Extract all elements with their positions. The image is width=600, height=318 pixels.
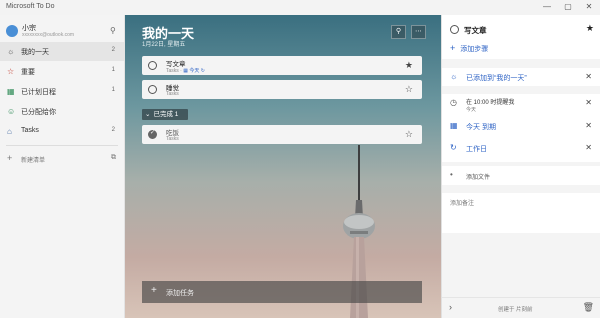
main-panel: 我的一天 1月22日, 星期五 ⚲ ⋯ 写文章 Tasks · ▦ 今天 ↻ ★… bbox=[125, 15, 441, 318]
remove-my-day-icon[interactable]: ✕ bbox=[585, 72, 592, 81]
sidebar-item-tasks[interactable]: ⌂ Tasks 2 bbox=[0, 122, 124, 141]
new-list-label: 新建清单 bbox=[21, 158, 46, 164]
sidebar-item-label: 重要 bbox=[21, 69, 35, 76]
page-date: 1月22日, 星期五 bbox=[142, 42, 186, 48]
person-icon: ☺ bbox=[7, 107, 16, 116]
sidebar-item-label: 已计划日程 bbox=[21, 89, 56, 96]
completed-count: 1 bbox=[174, 111, 179, 118]
reminder-sub: 今天 bbox=[466, 107, 477, 113]
close-button[interactable]: ✕ bbox=[582, 1, 596, 13]
new-group-icon[interactable]: ⧉ bbox=[111, 154, 116, 162]
repeat-icon: ↻ bbox=[450, 143, 457, 152]
complete-checkbox[interactable] bbox=[148, 61, 157, 70]
plus-icon: + bbox=[151, 285, 157, 296]
notes-field[interactable]: 添加备注 bbox=[442, 193, 600, 233]
title-bar: Microsoft To Do — ▢ ✕ bbox=[0, 0, 600, 15]
add-task-label: 添加任务 bbox=[166, 290, 194, 297]
due-label[interactable]: 今天 到期 bbox=[466, 122, 496, 132]
add-task-input[interactable]: + 添加任务 bbox=[142, 281, 422, 303]
sidebar-item-planned[interactable]: ▦ 已计划日程 1 bbox=[0, 82, 124, 101]
more-options-button[interactable]: ⋯ bbox=[411, 25, 426, 39]
complete-checkbox[interactable] bbox=[450, 25, 459, 34]
star-icon[interactable]: ★ bbox=[586, 23, 594, 34]
sidebar-item-label: 已分配给你 bbox=[21, 109, 56, 116]
task-list: Tasks bbox=[166, 91, 179, 97]
repeat-icon: ↻ bbox=[200, 68, 205, 74]
sidebar-item-important[interactable]: ☆ 重要 1 bbox=[0, 62, 124, 81]
suggestions-button[interactable]: ⚲ bbox=[391, 25, 406, 39]
profile-email: xxxxxxxx@outlook.com bbox=[22, 32, 75, 38]
sidebar-item-count: 1 bbox=[111, 87, 115, 93]
sun-icon: ☼ bbox=[7, 47, 15, 56]
star-outline-icon[interactable]: ☆ bbox=[405, 129, 413, 140]
plus-icon: + bbox=[7, 153, 13, 163]
avatar[interactable] bbox=[6, 25, 18, 37]
task-due: 今天 bbox=[189, 68, 200, 74]
add-file-row[interactable]: • 添加文件 bbox=[442, 166, 600, 185]
sidebar-item-count: 1 bbox=[111, 67, 115, 73]
sidebar-item-label: Tasks bbox=[21, 127, 39, 134]
profile[interactable]: 小宗 xxxxxxxx@outlook.com ⚲ bbox=[0, 19, 124, 43]
complete-checkbox[interactable] bbox=[148, 85, 157, 94]
remove-reminder-icon[interactable]: ✕ bbox=[585, 98, 592, 107]
completed-checkbox[interactable] bbox=[148, 129, 157, 139]
app-window: Microsoft To Do — ▢ ✕ 小宗 xxxxxxxx@outloo… bbox=[0, 0, 600, 318]
hide-detail-icon[interactable]: › bbox=[449, 302, 452, 312]
plus-icon: + bbox=[450, 43, 456, 53]
sidebar-item-count: 2 bbox=[111, 47, 115, 53]
detail-title[interactable]: 写文章 bbox=[464, 25, 487, 36]
completed-label: 已完成 bbox=[153, 111, 173, 118]
sidebar-item-assigned[interactable]: ☺ 已分配给你 bbox=[0, 102, 124, 121]
sidebar: 小宗 xxxxxxxx@outlook.com ⚲ ☼ 我的一天 2 ☆ 重要 … bbox=[0, 15, 125, 318]
new-list-button[interactable]: + 新建清单 ⧉ bbox=[0, 150, 124, 168]
search-icon[interactable]: ⚲ bbox=[110, 26, 116, 35]
maximize-button[interactable]: ▢ bbox=[561, 1, 575, 13]
remove-repeat-icon[interactable]: ✕ bbox=[585, 143, 592, 152]
task-row[interactable]: 睡觉 Tasks ☆ bbox=[142, 80, 422, 99]
completed-task-row[interactable]: 吃饭 Tasks ☆ bbox=[142, 125, 422, 144]
window-title: Microsoft To Do bbox=[6, 3, 55, 10]
star-icon[interactable]: ★ bbox=[405, 60, 413, 71]
my-day-row[interactable]: ☼ 已添加到“我的一天” ✕ bbox=[442, 68, 600, 86]
dates-group: ◷ 在 10:00 时提醒我 今天 ✕ ▦ 今天 到期 ✕ ↻ 工作日 ✕ bbox=[442, 94, 600, 162]
task-list: Tasks bbox=[166, 136, 179, 142]
star-icon: ☆ bbox=[7, 67, 15, 76]
add-step-label: 添加步骤 bbox=[460, 46, 489, 53]
notes-placeholder: 添加备注 bbox=[450, 201, 475, 207]
remove-due-icon[interactable]: ✕ bbox=[585, 121, 592, 130]
my-day-label: 已添加到“我的一天” bbox=[466, 75, 527, 82]
calendar-icon: ▦ bbox=[7, 87, 15, 96]
star-outline-icon[interactable]: ☆ bbox=[405, 84, 413, 95]
add-step-button[interactable]: + 添加步骤 bbox=[450, 43, 488, 54]
sidebar-item-count: 2 bbox=[111, 127, 115, 133]
sun-icon: ☼ bbox=[450, 72, 458, 81]
trash-icon[interactable]: 🗑 bbox=[583, 302, 594, 313]
repeat-label[interactable]: 工作日 bbox=[466, 144, 487, 154]
add-file-label: 添加文件 bbox=[466, 175, 491, 181]
task-row[interactable]: 写文章 Tasks · ▦ 今天 ↻ ★ bbox=[142, 56, 422, 75]
task-meta: Tasks · ▦ 今天 ↻ bbox=[166, 68, 205, 74]
home-icon: ⌂ bbox=[7, 127, 12, 136]
detail-panel: 写文章 ★ + 添加步骤 ☼ 已添加到“我的一天” ✕ ◷ 在 10:00 时提醒… bbox=[441, 15, 600, 318]
sidebar-item-my-day[interactable]: ☼ 我的一天 2 bbox=[0, 42, 124, 61]
detail-header: 写文章 ★ + 添加步骤 bbox=[442, 15, 600, 59]
completed-toggle[interactable]: ⌄ 已完成 1 bbox=[142, 109, 188, 120]
calendar-icon: ▦ bbox=[450, 121, 458, 130]
task-list: Tasks bbox=[166, 68, 179, 74]
sidebar-divider bbox=[6, 145, 118, 146]
alarm-icon: ◷ bbox=[450, 98, 457, 107]
calendar-icon: ▦ bbox=[183, 68, 188, 74]
created-label: 创建于 片刻前 bbox=[498, 307, 533, 313]
reminder-label[interactable]: 在 10:00 时提醒我 bbox=[466, 97, 514, 106]
detail-footer: › 创建于 片刻前 🗑 bbox=[442, 297, 600, 318]
sidebar-item-label: 我的一天 bbox=[21, 49, 49, 56]
minimize-button[interactable]: — bbox=[540, 1, 554, 13]
chevron-down-icon: ⌄ bbox=[145, 111, 151, 118]
paperclip-icon: • bbox=[450, 170, 453, 179]
